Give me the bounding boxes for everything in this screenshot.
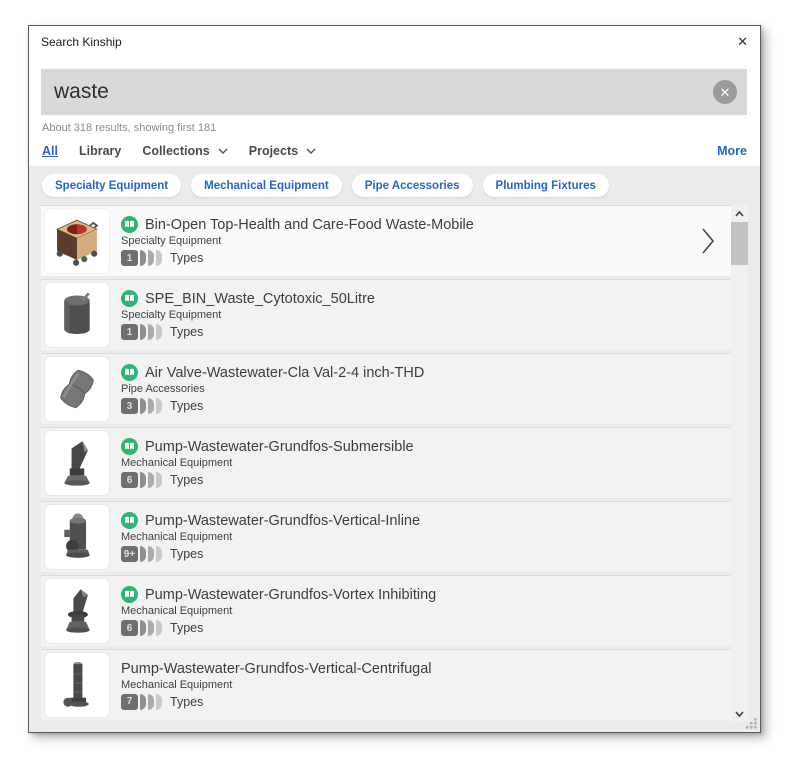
- chip-specialty-equipment[interactable]: Specialty Equipment: [42, 174, 182, 197]
- result-title: Bin-Open Top-Health and Care-Food Waste-…: [145, 216, 474, 233]
- cylinder-bin-thumbnail-icon: [64, 292, 90, 335]
- pump-vortex-thumbnail-icon: [66, 589, 90, 633]
- thumbnail: [45, 209, 109, 273]
- scroll-thumb[interactable]: [731, 222, 748, 265]
- types-label: Types: [170, 547, 204, 561]
- results-section: Specialty Equipment Mechanical Equipment…: [29, 166, 760, 732]
- tab-all[interactable]: All: [42, 144, 58, 158]
- result-title: Pump-Wastewater-Grundfos-Submersible: [145, 438, 414, 455]
- library-badge-icon: [121, 290, 138, 307]
- types-label: Types: [170, 325, 204, 339]
- types-count-badge: 6: [121, 620, 138, 636]
- types-label: Types: [170, 473, 204, 487]
- result-category: Specialty Equipment: [121, 309, 222, 321]
- clear-search-button[interactable]: ✕: [713, 80, 737, 104]
- result-category: Mechanical Equipment: [121, 531, 233, 543]
- types-count-badge: 3: [121, 398, 138, 414]
- library-badge-icon: [121, 586, 138, 603]
- result-category: Mechanical Equipment: [121, 605, 233, 617]
- search-input[interactable]: [41, 69, 747, 115]
- tab-collections[interactable]: Collections: [142, 144, 228, 158]
- category-chips: Specialty Equipment Mechanical Equipment…: [41, 172, 748, 205]
- result-title: SPE_BIN_Waste_Cytotoxic_50Litre: [145, 290, 375, 307]
- chip-pipe-accessories[interactable]: Pipe Accessories: [351, 174, 473, 197]
- result-category: Specialty Equipment: [121, 235, 222, 247]
- result-category: Pipe Accessories: [121, 383, 205, 395]
- result-row-bin-open-top[interactable]: Bin-Open Top-Health and Care-Food Waste-…: [41, 205, 731, 276]
- scroll-track[interactable]: [731, 222, 748, 705]
- result-title: Air Valve-Wastewater-Cla Val-2-4 inch-TH…: [145, 364, 425, 381]
- results-list-wrap: Bin-Open Top-Health and Care-Food Waste-…: [41, 205, 748, 722]
- scroll-up-button[interactable]: [731, 205, 748, 222]
- library-badge-icon: [121, 216, 138, 233]
- thumbnail: [45, 357, 109, 421]
- thumbnail: [45, 505, 109, 569]
- search-box: ✕: [41, 69, 747, 115]
- library-badge-icon: [121, 438, 138, 455]
- types-label: Types: [170, 621, 204, 635]
- result-row-pump-vertical-centrifugal[interactable]: Pump-Wastewater-Grundfos-Vertical-Centri…: [41, 649, 731, 720]
- search-kinship-dialog: Search Kinship ✕ ✕ About 318 results, sh…: [28, 25, 761, 733]
- resize-grip[interactable]: [744, 716, 758, 730]
- thumbnail: [45, 653, 109, 717]
- window-title: Search Kinship: [41, 34, 122, 49]
- library-badge-icon: [121, 512, 138, 529]
- clear-icon: ✕: [719, 84, 731, 100]
- chevron-down-icon: [218, 148, 228, 154]
- thumbnail: [45, 431, 109, 495]
- bin-open-top-thumbnail-icon: [55, 219, 99, 266]
- results-list: Bin-Open Top-Health and Care-Food Waste-…: [41, 205, 731, 722]
- result-row-spe-bin[interactable]: SPE_BIN_Waste_Cytotoxic_50Litre Specialt…: [41, 279, 731, 350]
- chevron-up-icon: [735, 210, 744, 217]
- list-scrollbar[interactable]: [731, 205, 748, 722]
- pump-vertical-inline-thumbnail-icon: [64, 513, 90, 558]
- thumbnail: [45, 283, 109, 347]
- chevron-down-icon: [306, 148, 316, 154]
- pump-vertical-centrifugal-thumbnail-icon: [63, 661, 89, 707]
- types-label: Types: [170, 251, 204, 265]
- result-row-pump-submersible[interactable]: Pump-Wastewater-Grundfos-Submersible Mec…: [41, 427, 731, 498]
- types-count-badge: 9+: [121, 546, 138, 562]
- filter-tabs: All Library Collections Projects More: [29, 134, 760, 166]
- result-category: Mechanical Equipment: [121, 678, 233, 691]
- types-label: Types: [170, 694, 204, 709]
- chip-plumbing-fixtures[interactable]: Plumbing Fixtures: [482, 174, 609, 197]
- result-row-pump-vertical-inline[interactable]: Pump-Wastewater-Grundfos-Vertical-Inline…: [41, 501, 731, 572]
- result-row-air-valve[interactable]: Air Valve-Wastewater-Cla Val-2-4 inch-TH…: [41, 353, 731, 424]
- result-title: Pump-Wastewater-Grundfos-Vertical-Centri…: [121, 660, 432, 677]
- tab-library[interactable]: Library: [79, 144, 121, 158]
- types-count-badge: 7: [121, 693, 138, 710]
- result-row-pump-vortex[interactable]: Pump-Wastewater-Grundfos-Vortex Inhibiti…: [41, 575, 731, 646]
- result-category: Mechanical Equipment: [121, 457, 233, 469]
- search-section: ✕ About 318 results, showing first 181: [29, 57, 760, 134]
- close-icon: ✕: [737, 33, 748, 49]
- chevron-right-icon[interactable]: [701, 227, 715, 255]
- result-title: Pump-Wastewater-Grundfos-Vortex Inhibiti…: [145, 586, 437, 603]
- air-valve-thumbnail-icon: [60, 369, 94, 409]
- tab-projects[interactable]: Projects: [249, 144, 316, 158]
- library-badge-icon: [121, 364, 138, 381]
- close-button[interactable]: ✕: [722, 31, 748, 53]
- more-link[interactable]: More: [717, 144, 747, 158]
- types-count-badge: 1: [121, 250, 138, 266]
- thumbnail: [45, 579, 109, 643]
- result-title: Pump-Wastewater-Grundfos-Vertical-Inline: [145, 512, 421, 529]
- pump-submersible-thumbnail-icon: [64, 441, 90, 486]
- chip-mechanical-equipment[interactable]: Mechanical Equipment: [191, 174, 342, 197]
- types-count-badge: 6: [121, 472, 138, 488]
- title-bar: Search Kinship ✕: [29, 26, 760, 57]
- results-info: About 318 results, showing first 181: [42, 122, 217, 134]
- types-label: Types: [170, 399, 204, 413]
- chevron-down-icon: [735, 710, 744, 717]
- types-count-badge: 1: [121, 324, 138, 340]
